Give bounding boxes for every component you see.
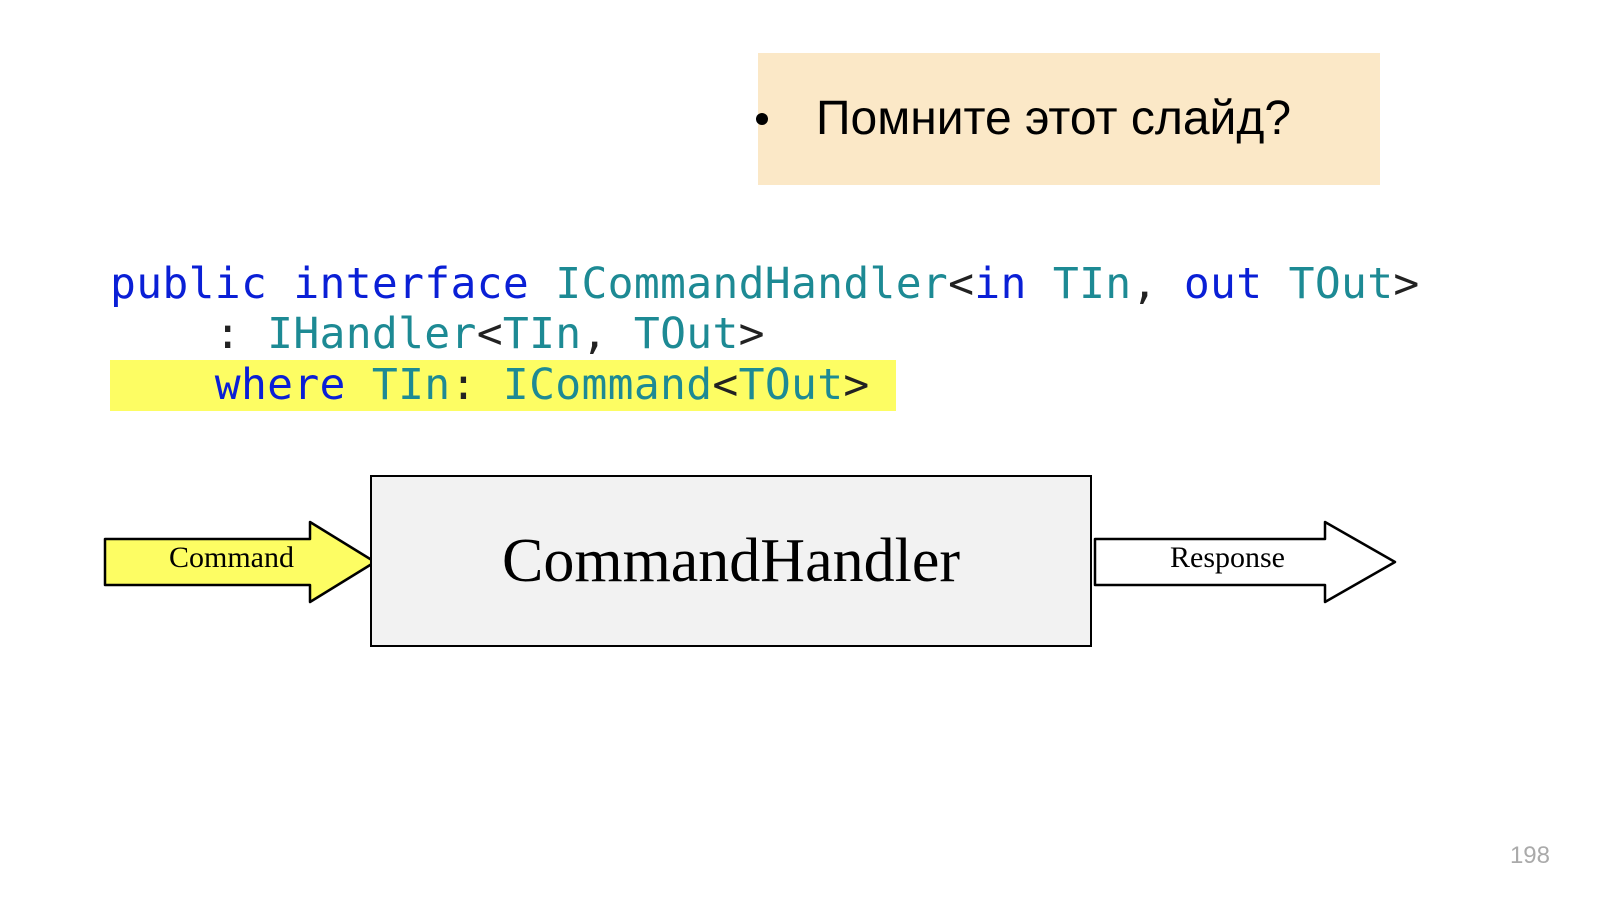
type-tout: TOut bbox=[1289, 259, 1394, 309]
type-tout-3: TOut bbox=[739, 360, 844, 410]
handler-box-label: CommandHandler bbox=[502, 526, 960, 597]
arrow-left-label: Command bbox=[154, 541, 309, 575]
page-number: 198 bbox=[1510, 842, 1550, 870]
arrow-response: Response bbox=[1090, 519, 1400, 605]
angle-open-3: < bbox=[712, 360, 738, 410]
colon-constraint: : bbox=[451, 360, 477, 410]
angle-open: < bbox=[477, 309, 503, 359]
keyword-out: out bbox=[1184, 259, 1263, 309]
type-tin-3: TIn bbox=[372, 360, 451, 410]
handler-box: CommandHandler bbox=[370, 475, 1092, 647]
angle-close-2: > bbox=[739, 309, 765, 359]
keyword-in: in bbox=[974, 259, 1026, 309]
keyword-interface: interface bbox=[293, 259, 529, 309]
code-line-2: : IHandler<TIn, TOut> bbox=[110, 309, 765, 359]
type-tin: TIn bbox=[1053, 259, 1132, 309]
arrow-command: Command bbox=[100, 519, 380, 605]
type-tout-2: TOut bbox=[634, 309, 739, 359]
angle-close: > bbox=[1393, 259, 1419, 309]
arrow-right-label: Response bbox=[1150, 541, 1305, 575]
comma-2: , bbox=[581, 309, 607, 359]
type-ihandler: IHandler bbox=[267, 309, 477, 359]
angle-open: < bbox=[948, 259, 974, 309]
keyword-where: where bbox=[215, 360, 346, 410]
colon-inherit: : bbox=[215, 309, 241, 359]
code-line-1: public interface ICommandHandler<in TIn,… bbox=[110, 259, 1420, 309]
code-block: public interface ICommandHandler<in TIn,… bbox=[110, 208, 1420, 411]
type-icommand: ICommand bbox=[503, 360, 713, 410]
callout-bullet: Помните этот слайд? bbox=[758, 91, 1291, 146]
type-tin-2: TIn bbox=[503, 309, 582, 359]
keyword-public: public bbox=[110, 259, 267, 309]
callout-box: Помните этот слайд? bbox=[758, 53, 1380, 185]
comma: , bbox=[1131, 259, 1157, 309]
highlight-where-clause: where TIn: ICommand<TOut> bbox=[110, 360, 896, 411]
diagram: Command CommandHandler Response bbox=[120, 475, 1440, 650]
code-line-3: where TIn: ICommand<TOut> bbox=[110, 360, 896, 410]
bullet-dot-icon bbox=[756, 113, 768, 125]
callout-text: Помните этот слайд? bbox=[786, 91, 1291, 146]
angle-close-3: > bbox=[843, 360, 869, 410]
type-icommandhandler: ICommandHandler bbox=[555, 259, 948, 309]
